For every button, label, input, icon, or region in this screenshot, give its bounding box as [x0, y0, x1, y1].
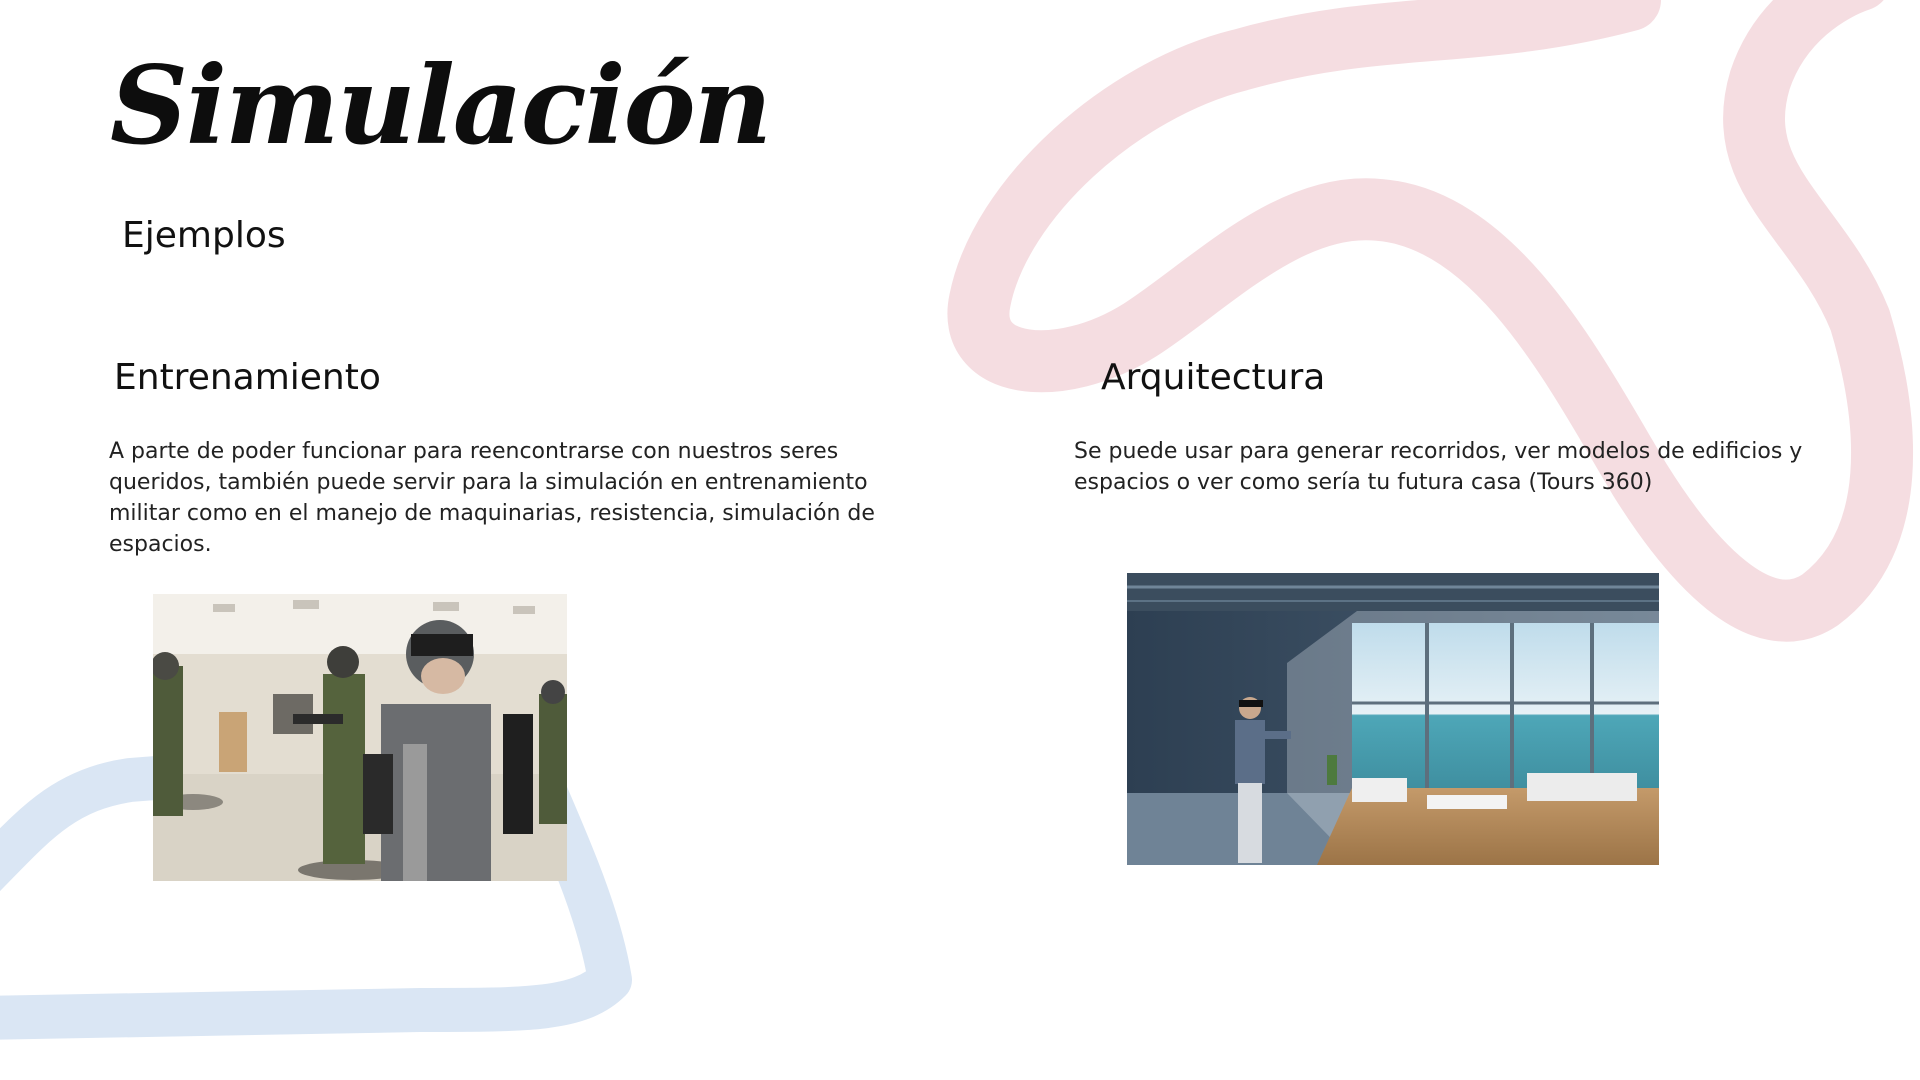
- section-heading-training: Entrenamiento: [114, 357, 381, 398]
- pink-loop-stroke: [947, 0, 1914, 642]
- section-text-training: A parte de poder funcionar para reencont…: [109, 439, 875, 557]
- vr-training-photo: [153, 594, 567, 881]
- section-heading-architecture: Arquitectura: [1101, 357, 1326, 398]
- slide-subtitle: Ejemplos: [122, 215, 286, 256]
- slide-title: Simulación: [110, 43, 772, 169]
- section-text-architecture: Se puede usar para generar recorridos, v…: [1074, 439, 1803, 495]
- vr-architecture-photo: [1127, 573, 1659, 865]
